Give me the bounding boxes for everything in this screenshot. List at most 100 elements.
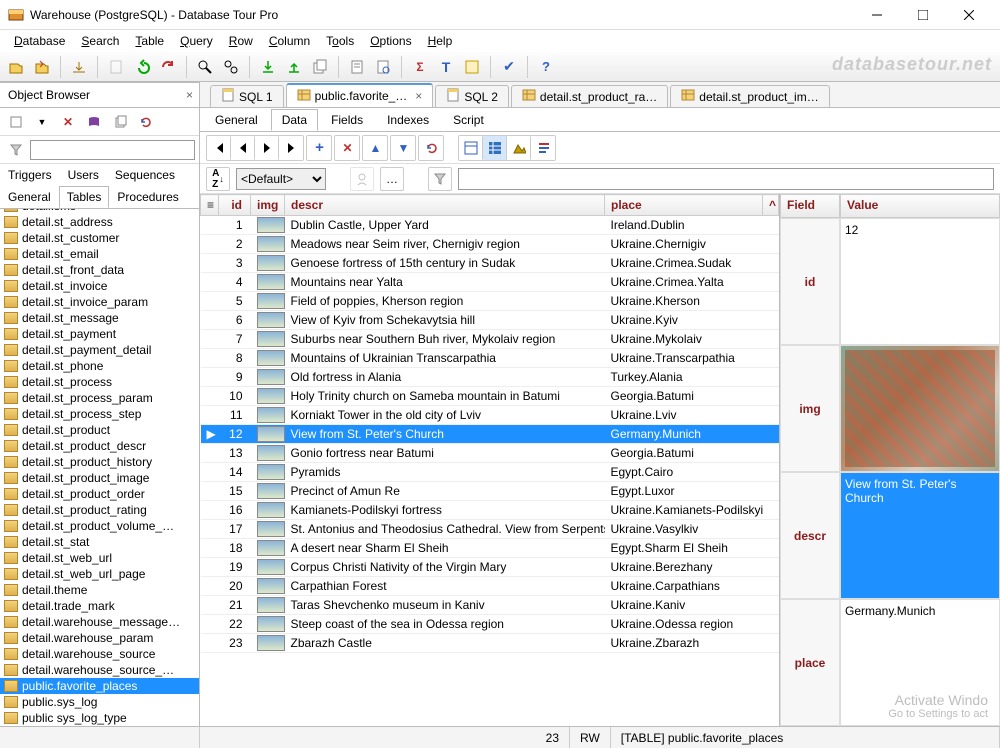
cell-img[interactable] [251, 615, 285, 634]
col-place[interactable]: place [605, 195, 763, 216]
cell-img[interactable] [251, 634, 285, 653]
cell-descr[interactable]: Gonio fortress near Batumi [285, 444, 605, 463]
table-row[interactable]: 4Mountains near YaltaUkraine.Crimea.Yalt… [201, 273, 779, 292]
maximize-button[interactable] [900, 0, 946, 30]
cell-id[interactable]: 12 [219, 425, 251, 444]
menu-options[interactable]: Options [362, 34, 419, 48]
cell-img[interactable] [251, 292, 285, 311]
cell-place[interactable]: Ukraine.Mykolaiv [605, 330, 763, 349]
cell-descr[interactable]: St. Antonius and Theodosius Cathedral. V… [285, 520, 605, 539]
subtab-data[interactable]: Data [271, 109, 318, 131]
object-list-item[interactable]: detail.warehouse_message… [0, 614, 199, 630]
object-list-item[interactable]: detail.st_process [0, 374, 199, 390]
object-list-item[interactable]: detail.warehouse_source_… [0, 662, 199, 678]
subtab-general[interactable]: General [204, 109, 269, 131]
col-descr[interactable]: descr [285, 195, 605, 216]
cell-img[interactable] [251, 520, 285, 539]
menu-query[interactable]: Query [172, 34, 221, 48]
object-list-item[interactable]: detail.st_process_param [0, 390, 199, 406]
table-row[interactable]: 15Precinct of Amun ReEgypt.Luxor [201, 482, 779, 501]
table-row[interactable]: 21Taras Shevchenko museum in KanivUkrain… [201, 596, 779, 615]
dropdown-button[interactable]: ▼ [30, 110, 54, 134]
refresh-objects-button[interactable] [134, 110, 158, 134]
cell-descr[interactable]: Field of poppies, Kherson region [285, 292, 605, 311]
export-button[interactable] [67, 55, 91, 79]
tab-triggers[interactable]: Triggers [0, 164, 60, 186]
col-marker[interactable]: ≡ [201, 195, 219, 216]
cell-place[interactable]: Egypt.Cairo [605, 463, 763, 482]
cell-place[interactable]: Ukraine.Kaniv [605, 596, 763, 615]
object-list-item[interactable]: detail.st_product_rating [0, 502, 199, 518]
object-list-item[interactable]: detail.st_address [0, 214, 199, 230]
redo-button[interactable] [156, 55, 180, 79]
file-tab[interactable]: SQL 2 [435, 85, 509, 107]
object-list-item[interactable]: detail.trade_mark [0, 598, 199, 614]
menu-column[interactable]: Column [261, 34, 318, 48]
first-record-button[interactable] [207, 136, 231, 160]
find-replace-button[interactable] [219, 55, 243, 79]
table-row[interactable]: 1Dublin Castle, Upper YardIreland.Dublin [201, 216, 779, 235]
cell-img[interactable] [251, 235, 285, 254]
find-button[interactable] [193, 55, 217, 79]
table-row[interactable]: 2 Meadows near Seim river, Chernigiv regi… [201, 235, 779, 254]
report-button[interactable] [345, 55, 369, 79]
object-browser-close-icon[interactable]: × [180, 88, 199, 102]
cell-descr[interactable]: Holy Trinity church on Sameba mountain i… [285, 387, 605, 406]
cell-id[interactable]: 8 [219, 349, 251, 368]
cell-id[interactable]: 22 [219, 615, 251, 634]
last-record-button[interactable] [279, 136, 303, 160]
import-button[interactable] [256, 55, 280, 79]
detail-value-img[interactable] [840, 345, 1000, 472]
cell-descr[interactable]: Precinct of Amun Re [285, 482, 605, 501]
cell-place[interactable]: Ukraine.Kamianets-Podilskyi [605, 501, 763, 520]
cell-id[interactable]: 15 [219, 482, 251, 501]
object-list-item[interactable]: detail.st_payment [0, 326, 199, 342]
cell-descr[interactable]: View from St. Peter's Church [285, 425, 605, 444]
cell-id[interactable]: 19 [219, 558, 251, 577]
menu-search[interactable]: Search [73, 34, 127, 48]
object-list-item[interactable]: detail.st_product_descr [0, 438, 199, 454]
object-list-item[interactable]: detail.st_front_data [0, 262, 199, 278]
object-list[interactable]: detail.smsdetail.st_addressdetail.st_cus… [0, 209, 199, 726]
cell-descr[interactable]: Carpathian Forest [285, 577, 605, 596]
object-list-item[interactable]: public.sys_log [0, 694, 199, 710]
print-preview-button[interactable] [371, 55, 395, 79]
cell-img[interactable] [251, 406, 285, 425]
table-row[interactable]: ▶12View from St. Peter's ChurchGermany.M… [201, 425, 779, 444]
cell-place[interactable]: Ukraine.Chernigiv [605, 235, 763, 254]
object-list-item[interactable]: detail.theme [0, 582, 199, 598]
object-list-item[interactable]: detail.st_invoice_param [0, 294, 199, 310]
cell-id[interactable]: 7 [219, 330, 251, 349]
cell-descr[interactable]: Corpus Christi Nativity of the Virgin Ma… [285, 558, 605, 577]
prev-record-button[interactable] [231, 136, 255, 160]
table-row[interactable]: 5Field of poppies, Kherson regionUkraine… [201, 292, 779, 311]
col-img[interactable]: img [251, 195, 285, 216]
subtab-script[interactable]: Script [442, 109, 495, 131]
cell-id[interactable]: 1 [219, 216, 251, 235]
cell-place[interactable]: Ukraine.Zbarazh [605, 634, 763, 653]
tab-procedures[interactable]: Procedures [109, 186, 186, 208]
check-button[interactable]: ✔ [497, 55, 521, 79]
sort-button[interactable]: AZ↓ [206, 167, 230, 191]
cell-id[interactable]: 2 [219, 235, 251, 254]
detail-value-id[interactable]: 12 [840, 218, 1000, 345]
subtab-fields[interactable]: Fields [320, 109, 374, 131]
file-tab[interactable]: detail.st_product_im… [670, 85, 829, 107]
detail-value-place[interactable]: Germany.Munich [840, 599, 1000, 726]
cell-img[interactable] [251, 558, 285, 577]
cell-img[interactable] [251, 330, 285, 349]
ellipsis-button[interactable]: … [380, 167, 404, 191]
object-list-item[interactable]: detail.st_product_order [0, 486, 199, 502]
cell-id[interactable]: 13 [219, 444, 251, 463]
cell-descr[interactable]: Meadows near Seim river, Chernigiv regio… [285, 235, 605, 254]
menu-tools[interactable]: Tools [318, 34, 362, 48]
cell-img[interactable] [251, 425, 285, 444]
cell-id[interactable]: 5 [219, 292, 251, 311]
cell-place[interactable]: Georgia.Batumi [605, 387, 763, 406]
table-row[interactable]: 19 Corpus Christi Nativity of the Virgin … [201, 558, 779, 577]
cell-descr[interactable]: Korniakt Tower in the old city of Lviv [285, 406, 605, 425]
table-row[interactable]: 11Korniakt Tower in the old city of Lviv… [201, 406, 779, 425]
tab-users[interactable]: Users [60, 164, 107, 186]
cell-place[interactable]: Ukraine.Crimea.Yalta [605, 273, 763, 292]
object-list-item[interactable]: detail.st_product_history [0, 454, 199, 470]
